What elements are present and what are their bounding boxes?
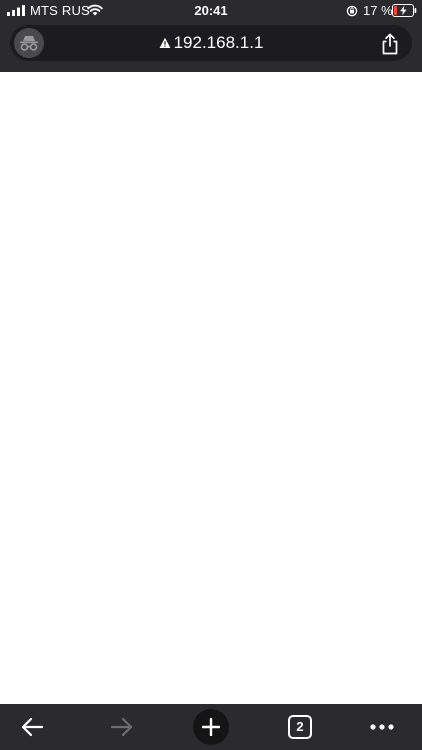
tab-switcher-button[interactable]: 2 [282,704,318,750]
share-icon[interactable] [380,33,400,55]
more-dots-icon [370,724,394,730]
web-page-content[interactable] [0,72,422,704]
forward-button[interactable] [104,704,140,750]
new-tab-button[interactable] [193,704,229,750]
battery-percentage: 17 % [363,3,393,18]
url-field[interactable]: 192.168.1.1 [10,25,412,61]
address-bar[interactable]: 192.168.1.1 [10,25,412,61]
battery-charging-icon [392,4,417,17]
tab-count: 2 [288,715,312,739]
arrow-left-icon [21,717,44,737]
not-secure-warning-icon [159,37,170,48]
browser-top-chrome: MTS RUS 20:41 17 % 192.168.1.1 [0,0,422,72]
plus-icon [202,718,220,736]
arrow-right-icon [110,717,133,737]
back-button[interactable] [14,704,50,750]
status-time: 20:41 [194,3,228,18]
status-bar: MTS RUS 20:41 17 % [0,0,422,22]
more-menu-button[interactable] [364,704,400,750]
url-text: 192.168.1.1 [173,33,264,52]
new-tab-circle [193,709,229,745]
bottom-toolbar: 2 [0,704,422,750]
orientation-lock-icon [346,5,358,17]
